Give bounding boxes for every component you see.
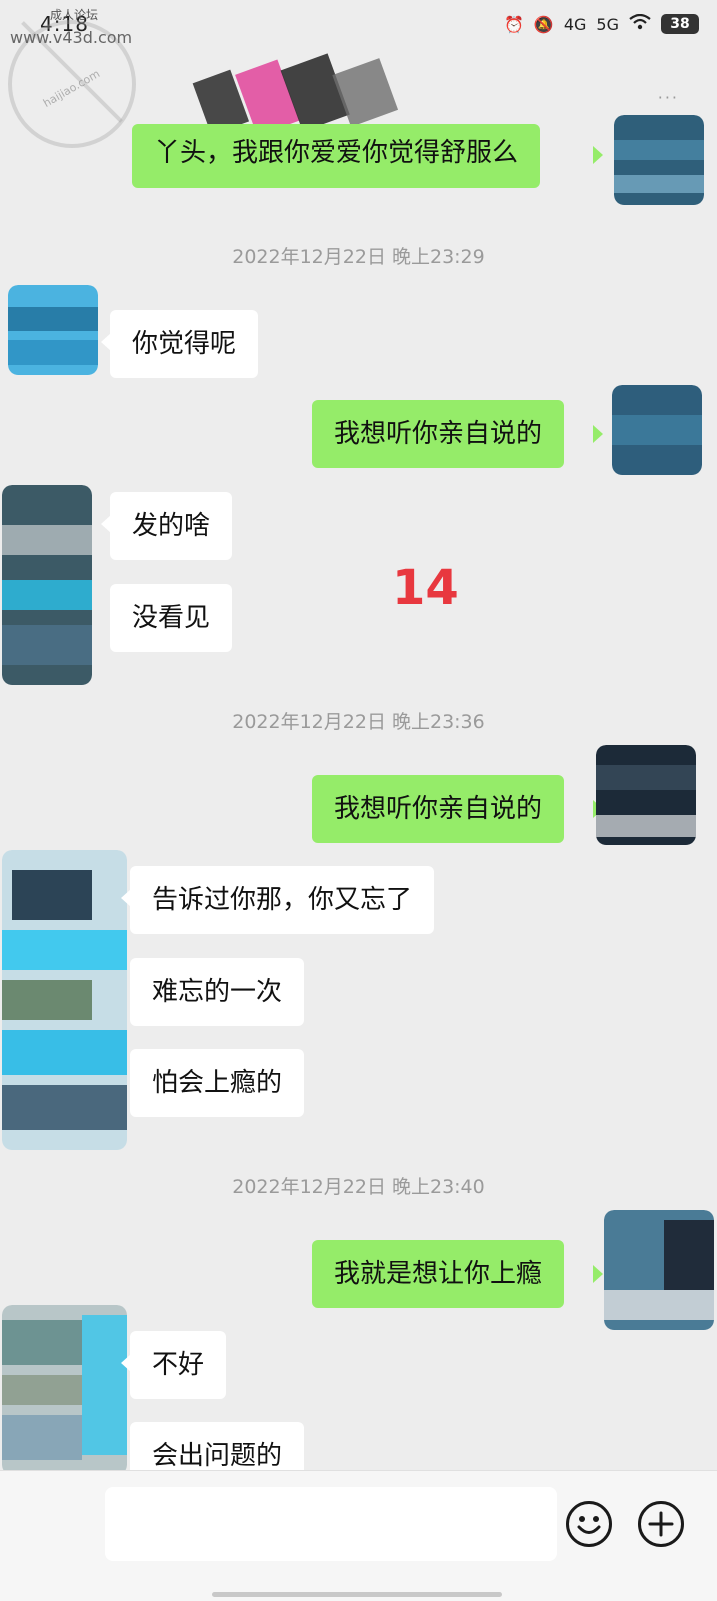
message-out: 我就是想让你上瘾 — [312, 1240, 565, 1308]
contact-avatar-redacted[interactable] — [2, 850, 127, 1150]
message-in: 发的啥 — [110, 492, 233, 560]
smiley-face-icon — [577, 1516, 601, 1534]
timestamp: 2022年12月22日 晚上23:29 — [232, 246, 485, 268]
message-out: 我想听你亲自说的 — [312, 775, 565, 843]
timestamp: 2022年12月22日 晚上23:40 — [232, 1176, 485, 1198]
bubble-tail — [593, 425, 603, 443]
contact-avatar-redacted[interactable] — [2, 485, 92, 685]
plus-circle-icon — [648, 1511, 674, 1537]
status-icons: ⏰ 🔕 4G 5G 38 — [504, 13, 699, 34]
message-out: 我想听你亲自说的 — [312, 400, 565, 468]
signal-4g-label: 4G — [563, 14, 587, 34]
message-in: 你觉得呢 — [110, 310, 259, 378]
message-in: 怕会上瘾的 — [130, 1049, 305, 1117]
self-avatar-redacted[interactable] — [614, 115, 704, 205]
more-menu-icon[interactable]: ··· — [658, 88, 679, 107]
self-avatar-redacted[interactable] — [596, 745, 696, 845]
self-avatar-redacted[interactable] — [604, 1210, 714, 1330]
bubble-tail — [593, 1265, 603, 1283]
home-indicator[interactable] — [212, 1592, 502, 1597]
plus-button[interactable] — [638, 1501, 684, 1547]
message-out: 丫头，我跟你爱爱你觉得舒服么 — [132, 124, 541, 188]
message-in: 难忘的一次 — [130, 958, 305, 1026]
message-in: 告诉过你那，你又忘了 — [130, 866, 435, 934]
timestamp: 2022年12月22日 晚上23:36 — [232, 711, 485, 733]
mute-icon: 🔕 — [533, 14, 554, 34]
contact-avatar-redacted[interactable] — [2, 1305, 127, 1475]
contact-avatar-redacted[interactable] — [8, 285, 98, 375]
emoji-button[interactable] — [566, 1501, 612, 1547]
bubble-tail — [593, 146, 603, 164]
message-in: 没看见 — [110, 584, 233, 652]
battery-indicator: 38 — [661, 14, 699, 34]
message-in: 不好 — [130, 1331, 227, 1399]
overlay-number: 14 — [392, 560, 459, 616]
watermark-top-text: 成人论坛 — [50, 8, 99, 22]
alarm-icon: ⏰ — [504, 14, 524, 34]
watermark-url: www.v43d.com — [10, 28, 133, 47]
wifi-icon — [629, 13, 651, 34]
signal-5g-label: 5G — [596, 14, 619, 34]
message-input[interactable] — [105, 1487, 557, 1561]
self-avatar-redacted[interactable] — [612, 385, 702, 475]
